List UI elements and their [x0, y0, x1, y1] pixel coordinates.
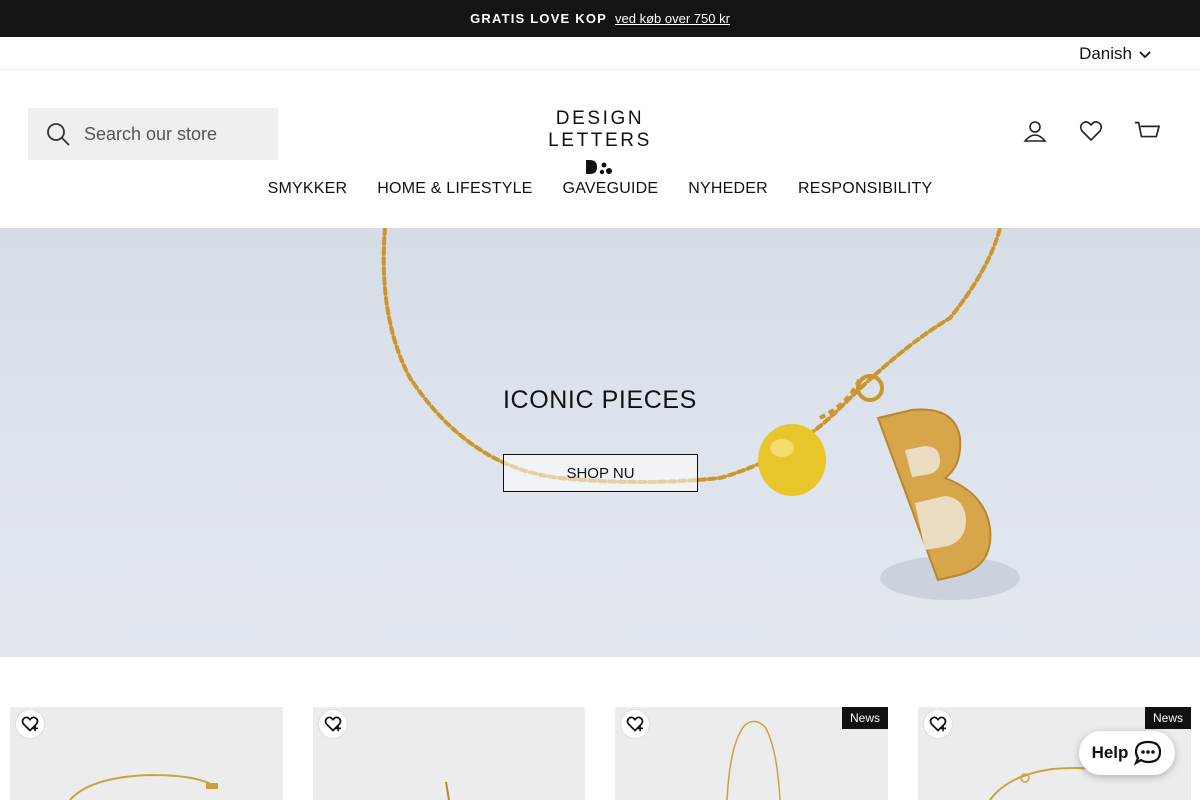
- heart-icon: [21, 716, 39, 732]
- heart-icon: [324, 716, 342, 732]
- cart-icon[interactable]: [1134, 118, 1160, 144]
- language-label: Danish: [1079, 44, 1132, 63]
- help-label: Help: [1091, 743, 1129, 762]
- nav-item-smykker[interactable]: SMYKKER: [268, 180, 348, 198]
- wishlist-button[interactable]: [621, 710, 649, 738]
- nav-item-nyheder[interactable]: NYHEDER: [688, 180, 768, 198]
- brand-logo[interactable]: DESIGN LETTERS: [500, 108, 700, 175]
- hero-image: [381, 228, 1020, 600]
- search-icon[interactable]: [46, 122, 70, 146]
- chat-bubble-icon: [1134, 740, 1162, 766]
- hero-banner[interactable]: ICONIC PIECES SHOP NU: [0, 228, 1200, 657]
- logo-mark-icon: [586, 160, 612, 175]
- language-selector[interactable]: Danish: [1079, 44, 1152, 64]
- announcement-text: GRATIS LOVE KOP: [470, 11, 608, 26]
- heart-icon[interactable]: [1078, 118, 1104, 144]
- search-box[interactable]: [28, 108, 278, 160]
- announcement-link[interactable]: ved køb over 750 kr: [615, 11, 730, 26]
- heart-icon: [626, 716, 644, 732]
- search-input[interactable]: [84, 123, 254, 145]
- product-card[interactable]: [313, 707, 585, 800]
- nav-item-responsibility[interactable]: RESPONSIBILITY: [798, 180, 932, 198]
- shop-now-button[interactable]: SHOP NU: [503, 454, 698, 492]
- hero-title: ICONIC PIECES: [503, 386, 697, 414]
- language-bar: Danish: [0, 37, 1200, 70]
- nav-item-gaveguide[interactable]: GAVEGUIDE: [563, 180, 659, 198]
- wishlist-button[interactable]: [16, 710, 44, 738]
- help-chat-button[interactable]: Help: [1079, 731, 1175, 775]
- wishlist-button[interactable]: [924, 710, 952, 738]
- account-icon[interactable]: [1022, 118, 1048, 144]
- nav-item-home-lifestyle[interactable]: HOME & LIFESTYLE: [377, 180, 532, 198]
- header-icons: [1022, 118, 1160, 144]
- product-card[interactable]: News: [615, 707, 888, 800]
- product-grid: News News: [0, 707, 1200, 800]
- wishlist-button[interactable]: [319, 710, 347, 738]
- logo-wordmark: DESIGN LETTERS: [548, 108, 652, 151]
- news-badge: News: [1144, 707, 1191, 729]
- heart-icon: [929, 716, 947, 732]
- product-card[interactable]: [10, 707, 283, 800]
- news-badge: News: [841, 707, 888, 729]
- announcement-bar: GRATIS LOVE KOP ved køb over 750 kr: [0, 0, 1200, 37]
- chevron-down-icon: [1139, 51, 1151, 59]
- product-image: [445, 781, 450, 800]
- product-image: [69, 773, 218, 800]
- main-nav: SMYKKER HOME & LIFESTYLE GAVEGUIDE NYHED…: [0, 180, 1200, 198]
